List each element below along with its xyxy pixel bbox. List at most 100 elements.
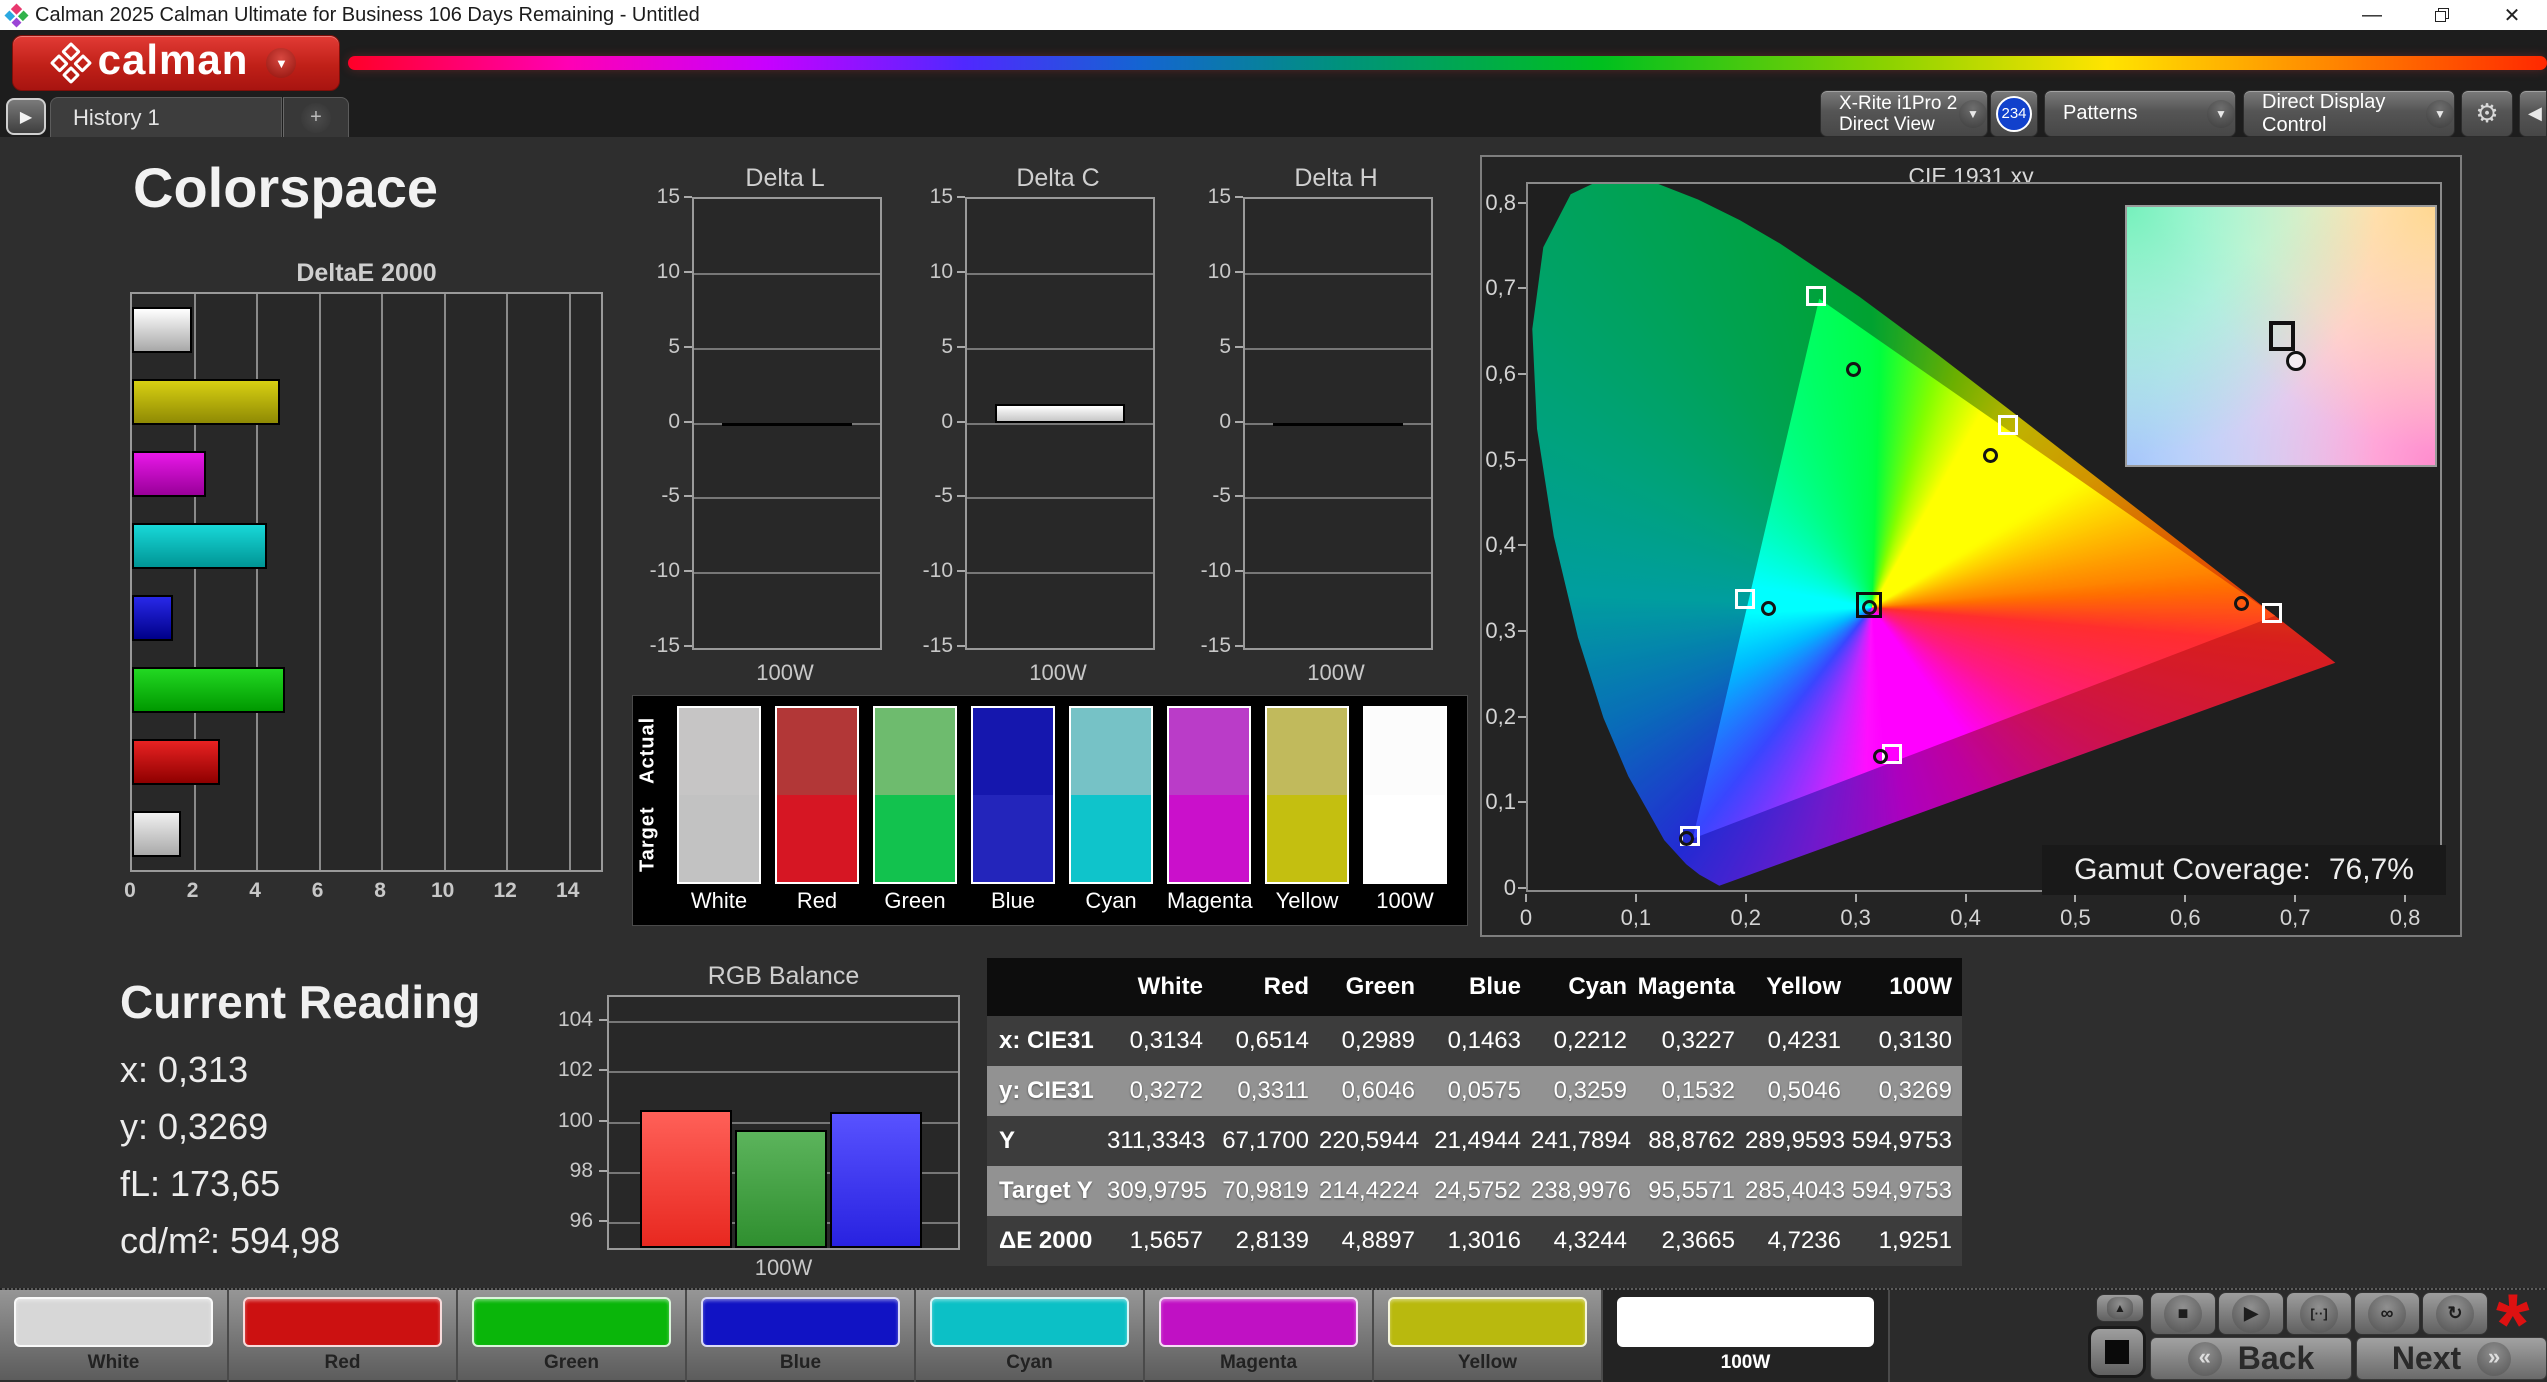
delta-l-tickmark: [684, 420, 692, 423]
rgb-tick-label: 96: [569, 1208, 593, 1232]
delta-h-gridline: [1245, 347, 1431, 350]
cie-y-tick-label: 0,7: [1485, 275, 1516, 301]
pattern-button-green[interactable]: Green: [458, 1290, 687, 1382]
cie-y-tick-label: 0,8: [1485, 189, 1516, 215]
loop-button[interactable]: ∞: [2354, 1292, 2420, 1335]
pattern-button-100w[interactable]: 100W: [1603, 1290, 1890, 1382]
gamut-coverage-readout: Gamut Coverage: 76,7%: [2042, 845, 2446, 895]
swatch-column-green: Green: [873, 706, 957, 914]
collapse-panel-button[interactable]: ◀: [2519, 90, 2547, 137]
table-cell: 2,3665: [1637, 1216, 1745, 1266]
settings-button[interactable]: ⚙: [2461, 90, 2513, 137]
pattern-button-blue[interactable]: Blue: [687, 1290, 916, 1382]
swatch-target: [875, 795, 955, 882]
delta-l-tick-label: 0: [668, 409, 680, 433]
cie-y-tickmark: [1518, 629, 1526, 632]
delta-l-title: Delta L: [745, 164, 825, 192]
table-cell: 0,1532: [1637, 1066, 1745, 1116]
table-cell: 0,4231: [1745, 1016, 1851, 1066]
restore-icon[interactable]: [2407, 0, 2477, 30]
deltae-tick-label: 14: [556, 879, 580, 902]
chevron-left-icon: ◀: [2528, 103, 2542, 123]
bottom-pattern-bar: White Red Green Blue Cyan Magenta Yellow 100W ▲…: [0, 1277, 2547, 1382]
cie-x-tick-label: 0,5: [2060, 905, 2091, 930]
chevron-double-right-icon: »: [2477, 1341, 2512, 1376]
cie-y-tickmark: [1518, 201, 1526, 204]
chevron-down-icon[interactable]: ▼: [2207, 99, 2235, 128]
next-button[interactable]: Next »: [2356, 1337, 2547, 1380]
rgb-balance-chart: [607, 995, 960, 1250]
cie-target-point-cyan: [1735, 588, 1756, 609]
cie-x-tickmark: [1634, 894, 1637, 902]
table-cell: 238,9976: [1531, 1166, 1637, 1216]
tab-history-1[interactable]: History 1: [50, 97, 282, 137]
calman-menu-button[interactable]: calman ▼: [12, 35, 340, 91]
table-cell: 1,3016: [1425, 1216, 1531, 1266]
back-button[interactable]: « Back: [2150, 1337, 2352, 1380]
pattern-button-white[interactable]: White: [0, 1290, 229, 1382]
pattern-button-cyan[interactable]: Cyan: [916, 1290, 1145, 1382]
step-button[interactable]: [··]: [2286, 1292, 2352, 1335]
rgb-balance-title: RGB Balance: [707, 962, 860, 990]
table-cell: 0,3269: [1851, 1066, 1962, 1116]
gamut-coverage-label: Gamut Coverage:: [2074, 853, 2311, 886]
cie-measured-point-red: [2233, 596, 2249, 612]
refresh-button[interactable]: ↻: [2422, 1292, 2488, 1335]
pattern-button-red[interactable]: Red: [229, 1290, 458, 1382]
swatch-actual: [679, 708, 759, 795]
cie-y-tick-label: 0,2: [1485, 703, 1516, 729]
swatch-label: Yellow: [1275, 888, 1339, 913]
deltae-gridline: [568, 294, 571, 870]
calman-menu-chevron-icon[interactable]: ▼: [266, 48, 297, 78]
cie-x-tick-label: 0,6: [2169, 905, 2201, 930]
minimize-icon[interactable]: —: [2337, 0, 2407, 30]
swatch-column-magenta: Magenta: [1167, 706, 1253, 914]
chevron-down-icon[interactable]: ▼: [2426, 99, 2454, 128]
delta-c-gridline: [967, 572, 1153, 575]
rgb-balance-xlabel: 100W: [754, 1255, 813, 1280]
cie-x-tickmark: [2294, 894, 2297, 902]
delta-h-tick-label: 5: [1219, 334, 1231, 358]
cie-target-point-yellow: [1998, 414, 2019, 435]
stop-button[interactable]: ■: [2150, 1292, 2216, 1335]
display-control-dropdown[interactable]: Direct Display Control ▼: [2243, 90, 2455, 137]
cie-1931-panel: CIE 1931 xy 0 0,1 0,2 0,3 0,4 0,5 0,6 0,7 0,8 0 0,…: [1480, 155, 2462, 937]
meter-dropdown[interactable]: X-Rite i1Pro 2 Direct View ▼: [1820, 90, 1988, 137]
chevron-down-icon[interactable]: ▼: [1959, 99, 1987, 128]
swatch-white: [677, 706, 761, 884]
table-cell: 4,3244: [1531, 1216, 1637, 1266]
delta-h-tickmark: [1235, 196, 1243, 198]
display-control-status-stripe: [2249, 97, 2255, 130]
rgb-gridline: [609, 1021, 958, 1024]
patterns-dropdown[interactable]: Patterns ▼: [2044, 90, 2236, 137]
add-tab-button[interactable]: +: [283, 97, 349, 137]
rgb-tick-label: 98: [569, 1158, 593, 1182]
rgb-tick-label: 104: [557, 1008, 593, 1032]
cie-measured-point-yellow: [1982, 447, 1998, 463]
swatch-actual: [875, 708, 955, 795]
pattern-button-magenta[interactable]: Magenta: [1145, 1290, 1374, 1382]
delta-c-tick-label: -15: [922, 634, 953, 657]
table-cell: 24,5752: [1425, 1166, 1531, 1216]
swatch-actual: [1365, 708, 1445, 795]
close-icon[interactable]: ✕: [2477, 0, 2547, 30]
delta-h-zero-bar: [1272, 422, 1404, 426]
delta-l-tick-label: -10: [649, 559, 680, 583]
pattern-window-button[interactable]: [2088, 1326, 2146, 1378]
cie-measured-point-cyan: [1761, 600, 1777, 616]
meter-count-box[interactable]: 234: [1990, 90, 2038, 137]
delta-c-tick-label: 0: [941, 409, 953, 433]
actual-row-label: Actual: [636, 716, 659, 785]
swatch-actual: [777, 708, 857, 795]
cie-x-tick-label: 0: [1519, 905, 1533, 930]
tab-scroll-button[interactable]: ▶: [6, 98, 46, 135]
play-button[interactable]: ▶: [2218, 1292, 2284, 1335]
pattern-window-up-button[interactable]: ▲: [2096, 1294, 2144, 1322]
deltae-tick-label: 2: [186, 879, 199, 902]
swatch-actual: [1071, 708, 1151, 795]
deltae-bar-magenta: [132, 451, 206, 497]
table-cell: 594,9753: [1851, 1166, 1962, 1216]
pattern-button-yellow[interactable]: Yellow: [1374, 1290, 1603, 1382]
delta-h-tickmark: [1235, 270, 1243, 273]
pattern-label: Cyan: [1006, 1352, 1053, 1373]
